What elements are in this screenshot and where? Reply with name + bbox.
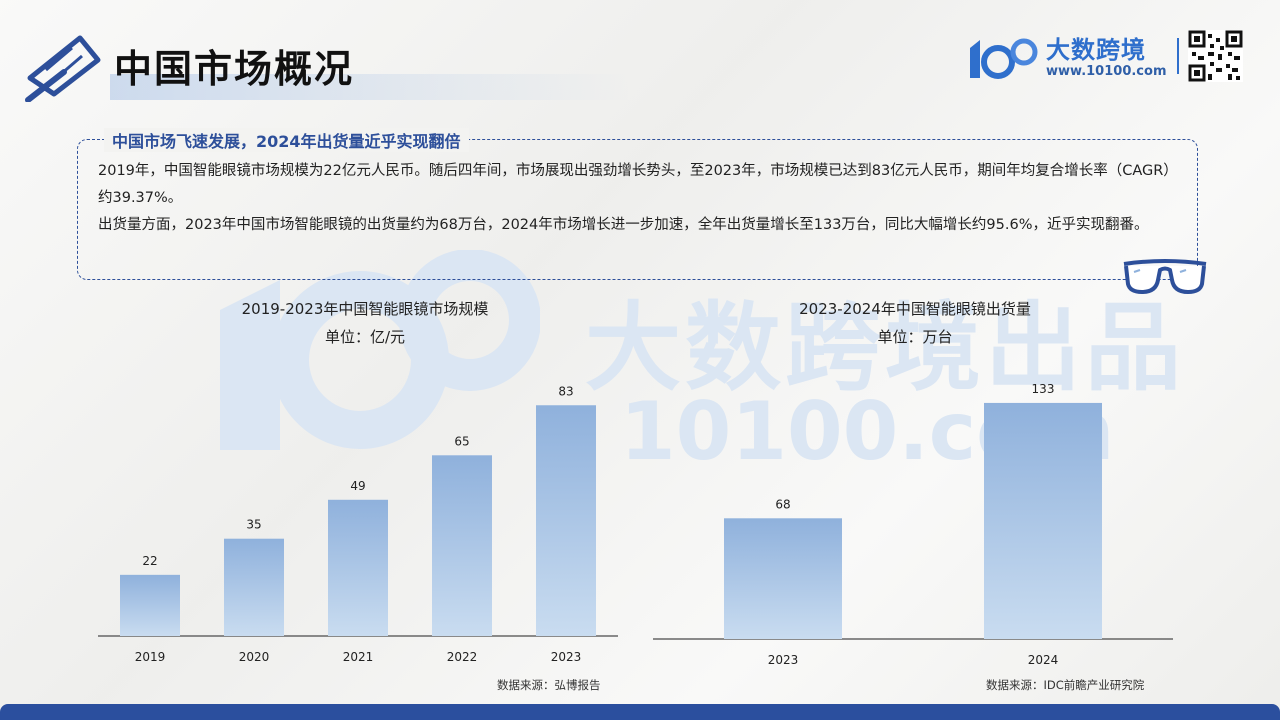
x-tick-label: 2021 — [343, 650, 374, 664]
summary-paragraph-1: 2019年，中国智能眼镜市场规模为22亿元人民币。随后四年间，市场展现出强劲增长… — [98, 158, 1190, 212]
bar-value-label: 65 — [454, 434, 469, 448]
bar-value-label: 133 — [1032, 382, 1055, 396]
chart2-source: 数据来源：IDC前瞻产业研究院 — [986, 677, 1144, 693]
x-tick-label: 2019 — [135, 650, 166, 664]
x-tick-label: 2023 — [551, 650, 582, 664]
chart2-title: 2023-2024年中国智能眼镜出货量 — [700, 298, 1130, 319]
bar-2023 — [724, 518, 842, 639]
bar-value-label: 49 — [350, 479, 365, 493]
summary-text: 2019年，中国智能眼镜市场规模为22亿元人民币。随后四年间，市场展现出强劲增长… — [98, 158, 1190, 239]
chart1-title: 2019-2023年中国智能眼镜市场规模 — [140, 298, 590, 319]
shipment-chart: 68 2023 133 2024 — [645, 340, 1185, 675]
title-decoration-icon — [24, 30, 104, 102]
chart1-source: 数据来源：弘博报告 — [497, 677, 601, 693]
x-tick-label: 2023 — [768, 653, 799, 667]
x-tick-label: 2020 — [239, 650, 270, 664]
x-tick-label: 2022 — [447, 650, 478, 664]
page-title: 中国市场概况 — [114, 38, 354, 93]
glasses-icon — [1120, 256, 1210, 298]
summary-paragraph-2: 出货量方面，2023年中国市场智能眼镜的出货量约为68万台，2024年市场增长进… — [98, 212, 1190, 239]
bar-value-label: 35 — [246, 518, 261, 532]
x-tick-label: 2024 — [1028, 653, 1059, 667]
bar-2019 — [120, 575, 180, 636]
bar-value-label: 68 — [775, 497, 790, 511]
bar-2023 — [536, 405, 596, 636]
brand-name: 大数跨境 — [1046, 30, 1146, 65]
bar-value-label: 22 — [142, 554, 157, 568]
bar-value-label: 83 — [558, 384, 573, 398]
market-size-chart: 22 2019 35 2020 49 2021 65 2022 83 2023 — [90, 340, 630, 675]
bar-2020 — [224, 539, 284, 636]
summary-heading: 中国市场飞速发展，2024年出货量近乎实现翻倍 — [104, 128, 469, 152]
bar-2024 — [984, 403, 1102, 639]
brand-logo-icon — [966, 32, 1046, 82]
brand-url: www.10100.com — [1046, 64, 1167, 79]
footer-bar — [0, 704, 1280, 720]
brand-separator — [1177, 38, 1179, 74]
bar-2021 — [328, 500, 388, 636]
qr-code-icon — [1188, 30, 1243, 82]
bar-2022 — [432, 455, 492, 636]
